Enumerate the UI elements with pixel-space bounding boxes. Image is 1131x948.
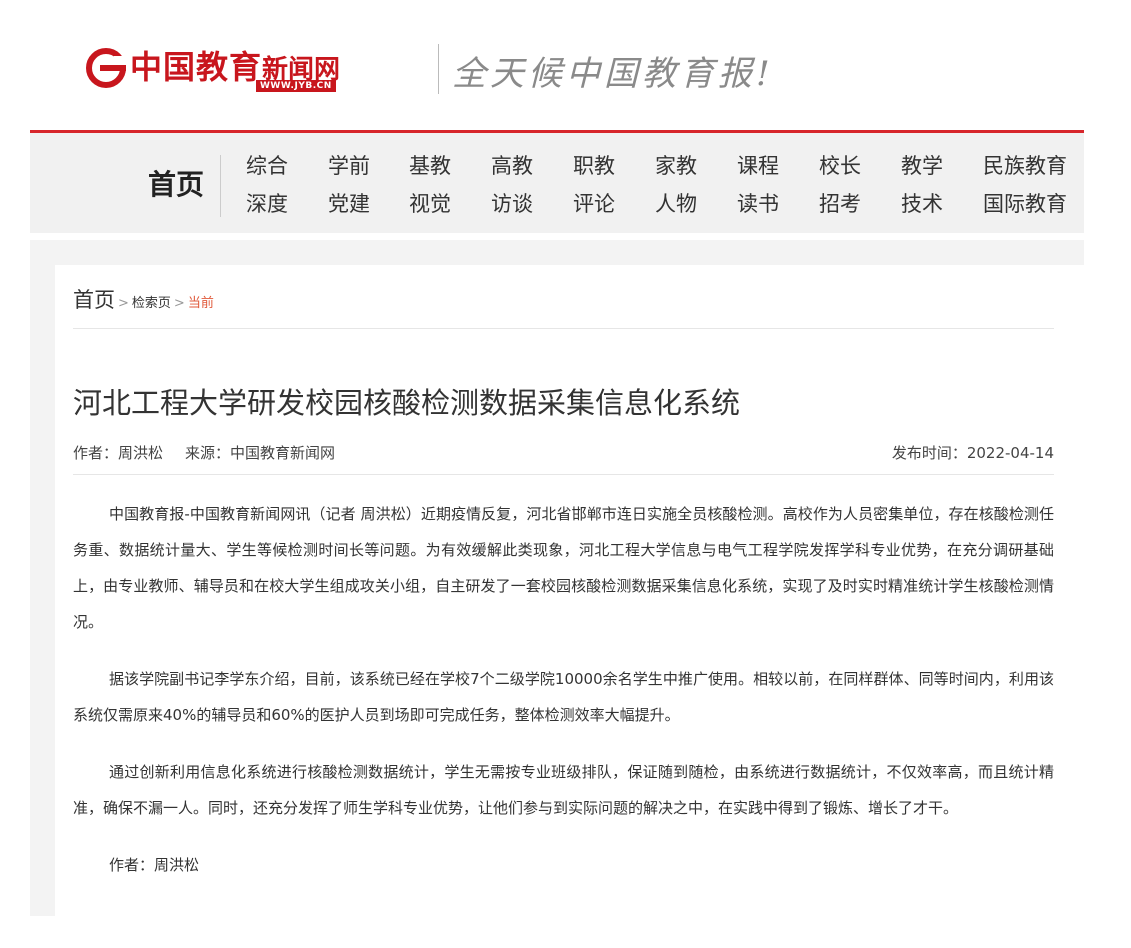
nav-item[interactable]: 教学 [901,150,943,180]
nav-divider [220,155,221,217]
nav-grid: 综合 学前 基教 高教 职教 家教 课程 校长 教学 民族教育 深度 党建 视觉… [246,150,1076,226]
article-body: 中国教育报-中国教育新闻网讯（记者 周洪松）近期疫情反复，河北省邯郸市连日实施全… [73,496,1054,904]
site-slogan: 全天候中国教育报! [452,54,774,94]
breadcrumb: 首页 > 检索页 > 当前 [73,284,214,314]
nav-item[interactable]: 基教 [409,150,451,180]
article-paragraph: 通过创新利用信息化系统进行核酸检测数据统计，学生无需按专业班级排队，保证随到随检… [73,763,1054,817]
nav-item[interactable]: 民族教育 [983,150,1067,180]
meta-divider [73,474,1054,475]
main-nav: 首页 综合 学前 基教 高教 职教 家教 课程 校长 教学 民族教育 深度 党建… [30,130,1084,233]
logo-e-icon[interactable] [86,48,126,88]
article-publish-time: 发布时间：2022-04-14 [891,444,1054,462]
nav-item[interactable]: 人物 [655,188,697,218]
breadcrumb-divider [73,328,1054,329]
logo-name-main: 中国教育 [130,48,263,86]
article-author: 作者：周洪松 [73,444,164,462]
nav-item[interactable]: 深度 [246,188,288,218]
nav-item[interactable]: 评论 [573,188,615,218]
nav-item[interactable]: 课程 [737,150,779,180]
article-byline: 作者：周洪松 [109,856,200,874]
chevron-right-icon: > [173,296,185,311]
logo-url: WWW.JYB.CN [256,80,336,92]
nav-home[interactable]: 首页 [148,163,204,203]
breadcrumb-home[interactable]: 首页 [73,288,115,312]
nav-item[interactable]: 综合 [246,150,288,180]
nav-item[interactable]: 学前 [328,150,370,180]
nav-item[interactable]: 访谈 [491,188,533,218]
article-paragraph: 据该学院副书记李学东介绍，目前，该系统已经在学校7个二级学院10000余名学生中… [73,670,1054,724]
nav-item[interactable]: 招考 [819,188,861,218]
nav-item[interactable]: 读书 [737,188,779,218]
nav-row: 综合 学前 基教 高教 职教 家教 课程 校长 教学 民族教育 [246,150,1076,188]
nav-item[interactable]: 职教 [573,150,615,180]
article-meta-left: 作者：周洪松 来源：中国教育新闻网 [73,442,335,463]
nav-item[interactable]: 党建 [328,188,370,218]
breadcrumb-search[interactable]: 检索页 [132,296,171,311]
nav-item[interactable]: 家教 [655,150,697,180]
nav-item[interactable]: 国际教育 [983,188,1067,218]
nav-row: 深度 党建 视觉 访谈 评论 人物 读书 招考 技术 国际教育 [246,188,1076,226]
breadcrumb-current: 当前 [187,296,214,311]
nav-item[interactable]: 技术 [901,188,943,218]
nav-item[interactable]: 高教 [491,150,533,180]
article-source: 来源：中国教育新闻网 [185,444,336,462]
article-title: 河北工程大学研发校园核酸检测数据采集信息化系统 [73,386,741,420]
site-header: 中国教育新闻网 WWW.JYB.CN 全天候中国教育报! [86,40,770,96]
logo-divider [438,44,439,94]
nav-item[interactable]: 校长 [819,150,861,180]
article-paragraph: 中国教育报-中国教育新闻网讯（记者 周洪松）近期疫情反复，河北省邯郸市连日实施全… [73,505,1054,631]
nav-item[interactable]: 视觉 [409,188,451,218]
chevron-right-icon: > [118,296,129,311]
